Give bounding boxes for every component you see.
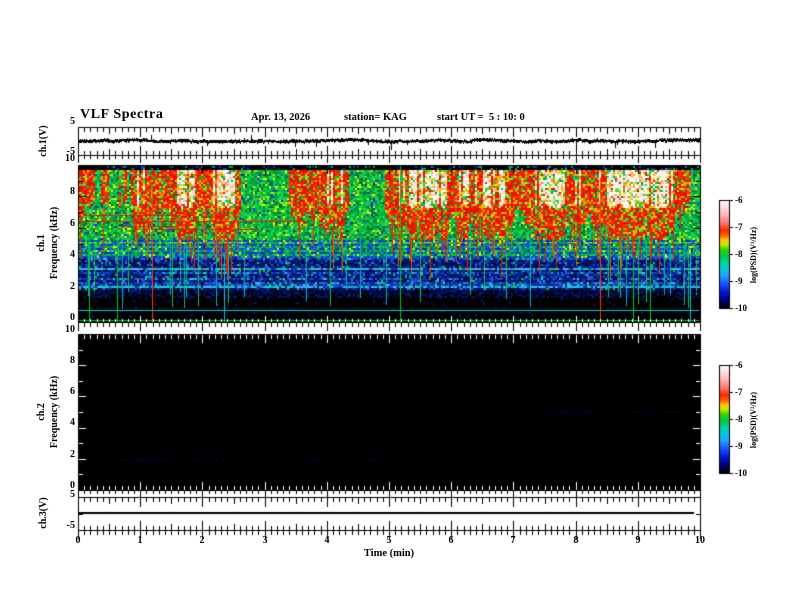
colorbar-tick-label: -8 [735,249,743,259]
x-tick-label: 2 [199,535,205,546]
x-tick-label: 7 [510,535,516,546]
y-tick-label: 6 [70,218,75,229]
spectra-plot-canvas [0,0,792,612]
x-tick-label: 5 [386,535,392,546]
x-tick-label: 10 [695,535,705,546]
colorbar-tick-label: -7 [735,387,743,397]
x-tick-label: 9 [635,535,641,546]
colorbar-tick-label: -7 [735,222,743,232]
date-label: Apr. 13, 2026 [251,112,311,123]
y-tick-label: 5 [70,489,75,500]
y-tick-label: 0 [70,312,75,323]
ch1-frequency-title: Frequency (kHz) [49,206,60,280]
x-tick-label: 8 [573,535,579,546]
y-tick-label: 8 [70,186,75,197]
colorbar-tick-label: -10 [735,468,747,478]
x-tick-label: 4 [324,535,330,546]
ch1-voltage-axis-title: ch.1(V) [38,125,49,157]
x-tick-label: 6 [448,535,454,546]
y-tick-label: 10 [65,324,75,335]
colorbar-tick-label: -6 [735,360,743,370]
vlf-spectra-screen: VLF Spectra Apr. 13, 2026 station= KAG s… [0,0,792,612]
plot-title: VLF Spectra [80,107,164,122]
y-tick-label: 4 [70,417,75,428]
colorbar-tick-label: -10 [735,303,747,313]
colorbar-tick-label: -6 [735,195,743,205]
y-tick-label: 4 [70,249,75,260]
x-tick-label: 0 [75,535,81,546]
colorbar-tick-label: -9 [735,441,743,451]
x-tick-label: 3 [262,535,268,546]
y-tick-label: 2 [70,449,75,460]
x-tick-label: 1 [137,535,143,546]
start-ut-label: start UT = 5 : 10: 0 [437,112,525,123]
ch2-channel-title: ch.2 [36,403,47,421]
colorbar-title: log(PSD)(V²/Hz) [749,226,758,284]
y-tick-label: 6 [70,386,75,397]
x-axis-title: Time (min) [363,548,415,559]
y-tick-label: 8 [70,355,75,366]
y-tick-label: 10 [65,153,75,164]
station-label: station= KAG [344,112,407,123]
ch3-voltage-axis-title: ch.3(V) [38,497,49,529]
colorbar-tick-label: -9 [735,276,743,286]
colorbar-title: log(PSD)(V²/Hz) [749,391,758,449]
y-tick-label: -5 [66,520,75,531]
y-tick-label: 5 [70,116,75,127]
colorbar-tick-label: -8 [735,414,743,424]
ch1-channel-title: ch.1 [36,234,47,252]
y-tick-label: 2 [70,281,75,292]
